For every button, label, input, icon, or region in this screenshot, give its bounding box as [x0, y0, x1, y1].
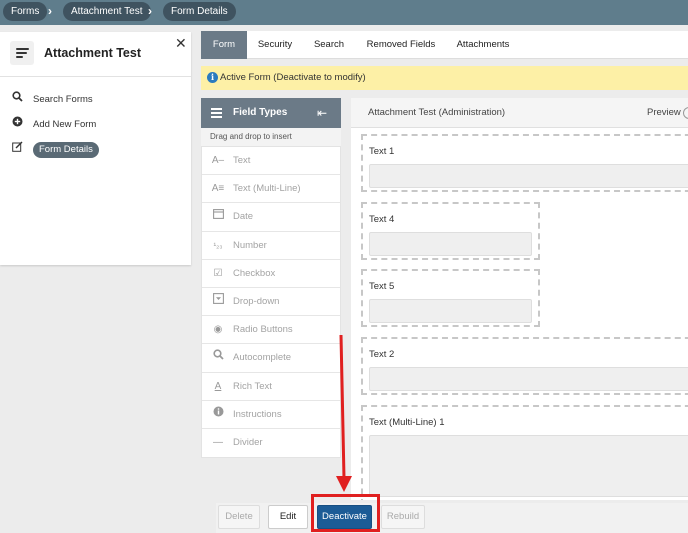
field-types-header: Field Types ⇤ [201, 98, 341, 128]
field-type-date[interactable]: Date [202, 203, 340, 232]
form-field-input[interactable] [369, 299, 532, 323]
breadcrumb: Forms › Attachment Test › Form Details [0, 0, 688, 25]
form-canvas: Text 1 Text 4 Text 5 Text 2 Text (Multi-… [351, 128, 688, 500]
nav-item-form-details[interactable]: Form Details [11, 141, 99, 158]
field-type-dropdown[interactable]: Drop-down [202, 288, 340, 317]
preview-label: Preview [647, 107, 681, 118]
field-type-radio-buttons[interactable]: ◉ Radio Buttons [202, 316, 340, 345]
preview-toggle[interactable] [683, 107, 688, 119]
breadcrumb-form-details[interactable]: Form Details [163, 2, 236, 21]
field-type-label: Radio Buttons [233, 324, 293, 336]
notice-text: Active Form (Deactivate to modify) [220, 72, 366, 83]
field-types-list: A– Text A≡ Text (Multi-Line) Date ¹₂₃ Numbe… [201, 146, 341, 459]
dropdown-icon [211, 288, 225, 316]
form-canvas-title: Attachment Test (Administration) [368, 107, 506, 118]
field-type-instructions[interactable]: Instructions [202, 401, 340, 429]
form-field-text-5[interactable]: Text 5 [361, 269, 540, 327]
form-field-label: Text 5 [369, 281, 395, 292]
left-panel: Attachment Test ✕ Search Forms Add New F… [0, 32, 191, 265]
field-type-label: Text [233, 155, 251, 166]
form-field-label: Text (Multi-Line) 1 [369, 417, 445, 428]
field-type-label: Text (Multi-Line) [233, 183, 301, 195]
field-type-label: Rich Text [233, 380, 272, 392]
form-field-input[interactable] [369, 435, 688, 497]
close-icon[interactable]: ✕ [175, 35, 187, 52]
info-icon: i [207, 72, 218, 83]
nav-item-label: Search Forms [33, 94, 93, 105]
multiline-text-icon: A≡ [211, 183, 225, 195]
form-field-text-multiline-1[interactable]: Text (Multi-Line) 1 [361, 405, 688, 500]
field-types-hint: Drag and drop to insert [201, 128, 341, 146]
divider [0, 76, 191, 77]
nav-item-add-new-form[interactable]: Add New Form [11, 116, 96, 132]
tab-security[interactable]: Security [251, 31, 299, 59]
form-field-text-2[interactable]: Text 2 [361, 337, 688, 395]
field-type-label: Number [233, 239, 267, 251]
field-type-checkbox[interactable]: ☑ Checkbox [202, 260, 340, 288]
form-field-label: Text 1 [369, 146, 395, 157]
form-field-label: Text 2 [369, 349, 395, 360]
divider-icon: — [213, 436, 223, 448]
tab-search[interactable]: Search [309, 31, 349, 59]
active-form-notice: i Active Form (Deactivate to modify) [201, 66, 688, 90]
checkbox-icon: ☑ [213, 267, 223, 279]
nav-item-label: Form Details [33, 142, 99, 158]
breadcrumb-forms[interactable]: Forms [3, 2, 48, 21]
collapse-panel-icon[interactable]: ⇤ [317, 98, 327, 128]
breadcrumb-attachment-test[interactable]: Attachment Test [63, 2, 151, 21]
field-type-divider[interactable]: — Divider [202, 429, 340, 457]
form-field-input[interactable] [369, 164, 688, 188]
field-type-text[interactable]: A– Text [202, 147, 340, 176]
tab-bar: Form Security Search Removed Fields Atta… [201, 31, 688, 59]
plus-circle-icon [11, 116, 23, 133]
chevron-right-icon: › [148, 4, 152, 18]
field-type-label: Autocomplete [233, 352, 292, 364]
form-field-input[interactable] [369, 232, 532, 256]
tab-form[interactable]: Form [201, 31, 247, 59]
field-type-autocomplete[interactable]: Autocomplete [202, 344, 340, 373]
field-type-number[interactable]: ¹₂₃ Number [202, 232, 340, 260]
edit-icon [11, 141, 23, 158]
field-types-title: Field Types [233, 107, 288, 118]
field-type-label: Divider [233, 436, 263, 448]
calendar-icon [211, 203, 225, 231]
field-type-text-multiline[interactable]: A≡ Text (Multi-Line) [202, 175, 340, 204]
edit-button[interactable]: Edit [268, 505, 308, 529]
form-field-text-1[interactable]: Text 1 [361, 134, 688, 192]
rich-text-icon: A [214, 380, 222, 392]
form-field-label: Text 4 [369, 214, 395, 225]
form-field-input[interactable] [369, 367, 688, 391]
search-icon [11, 91, 23, 108]
nav-item-label: Add New Form [33, 119, 97, 130]
number-icon: ¹₂₃ [213, 240, 223, 250]
rebuild-button[interactable]: Rebuild [381, 505, 425, 529]
tab-removed-fields[interactable]: Removed Fields [361, 31, 441, 59]
panel-title: Attachment Test [44, 46, 142, 60]
form-field-text-4[interactable]: Text 4 [361, 202, 540, 260]
tab-attachments[interactable]: Attachments [451, 31, 515, 59]
text-icon: A– [211, 155, 225, 166]
info-icon [211, 401, 225, 429]
field-type-label: Date [233, 211, 254, 223]
field-type-label: Instructions [233, 408, 282, 420]
chevron-right-icon: › [48, 4, 52, 18]
delete-button[interactable]: Delete [218, 505, 260, 529]
menu-icon[interactable] [211, 108, 222, 118]
annotation-highlight-box [311, 494, 380, 532]
field-type-rich-text[interactable]: A Rich Text [202, 373, 340, 401]
nav-item-search-forms[interactable]: Search Forms [11, 91, 93, 107]
form-canvas-header: Attachment Test (Administration) Preview [351, 98, 688, 128]
form-list-icon [10, 41, 34, 65]
search-icon [211, 344, 225, 372]
field-type-label: Checkbox [233, 267, 276, 279]
field-type-label: Drop-down [233, 295, 280, 307]
radio-icon: ◉ [213, 324, 223, 336]
